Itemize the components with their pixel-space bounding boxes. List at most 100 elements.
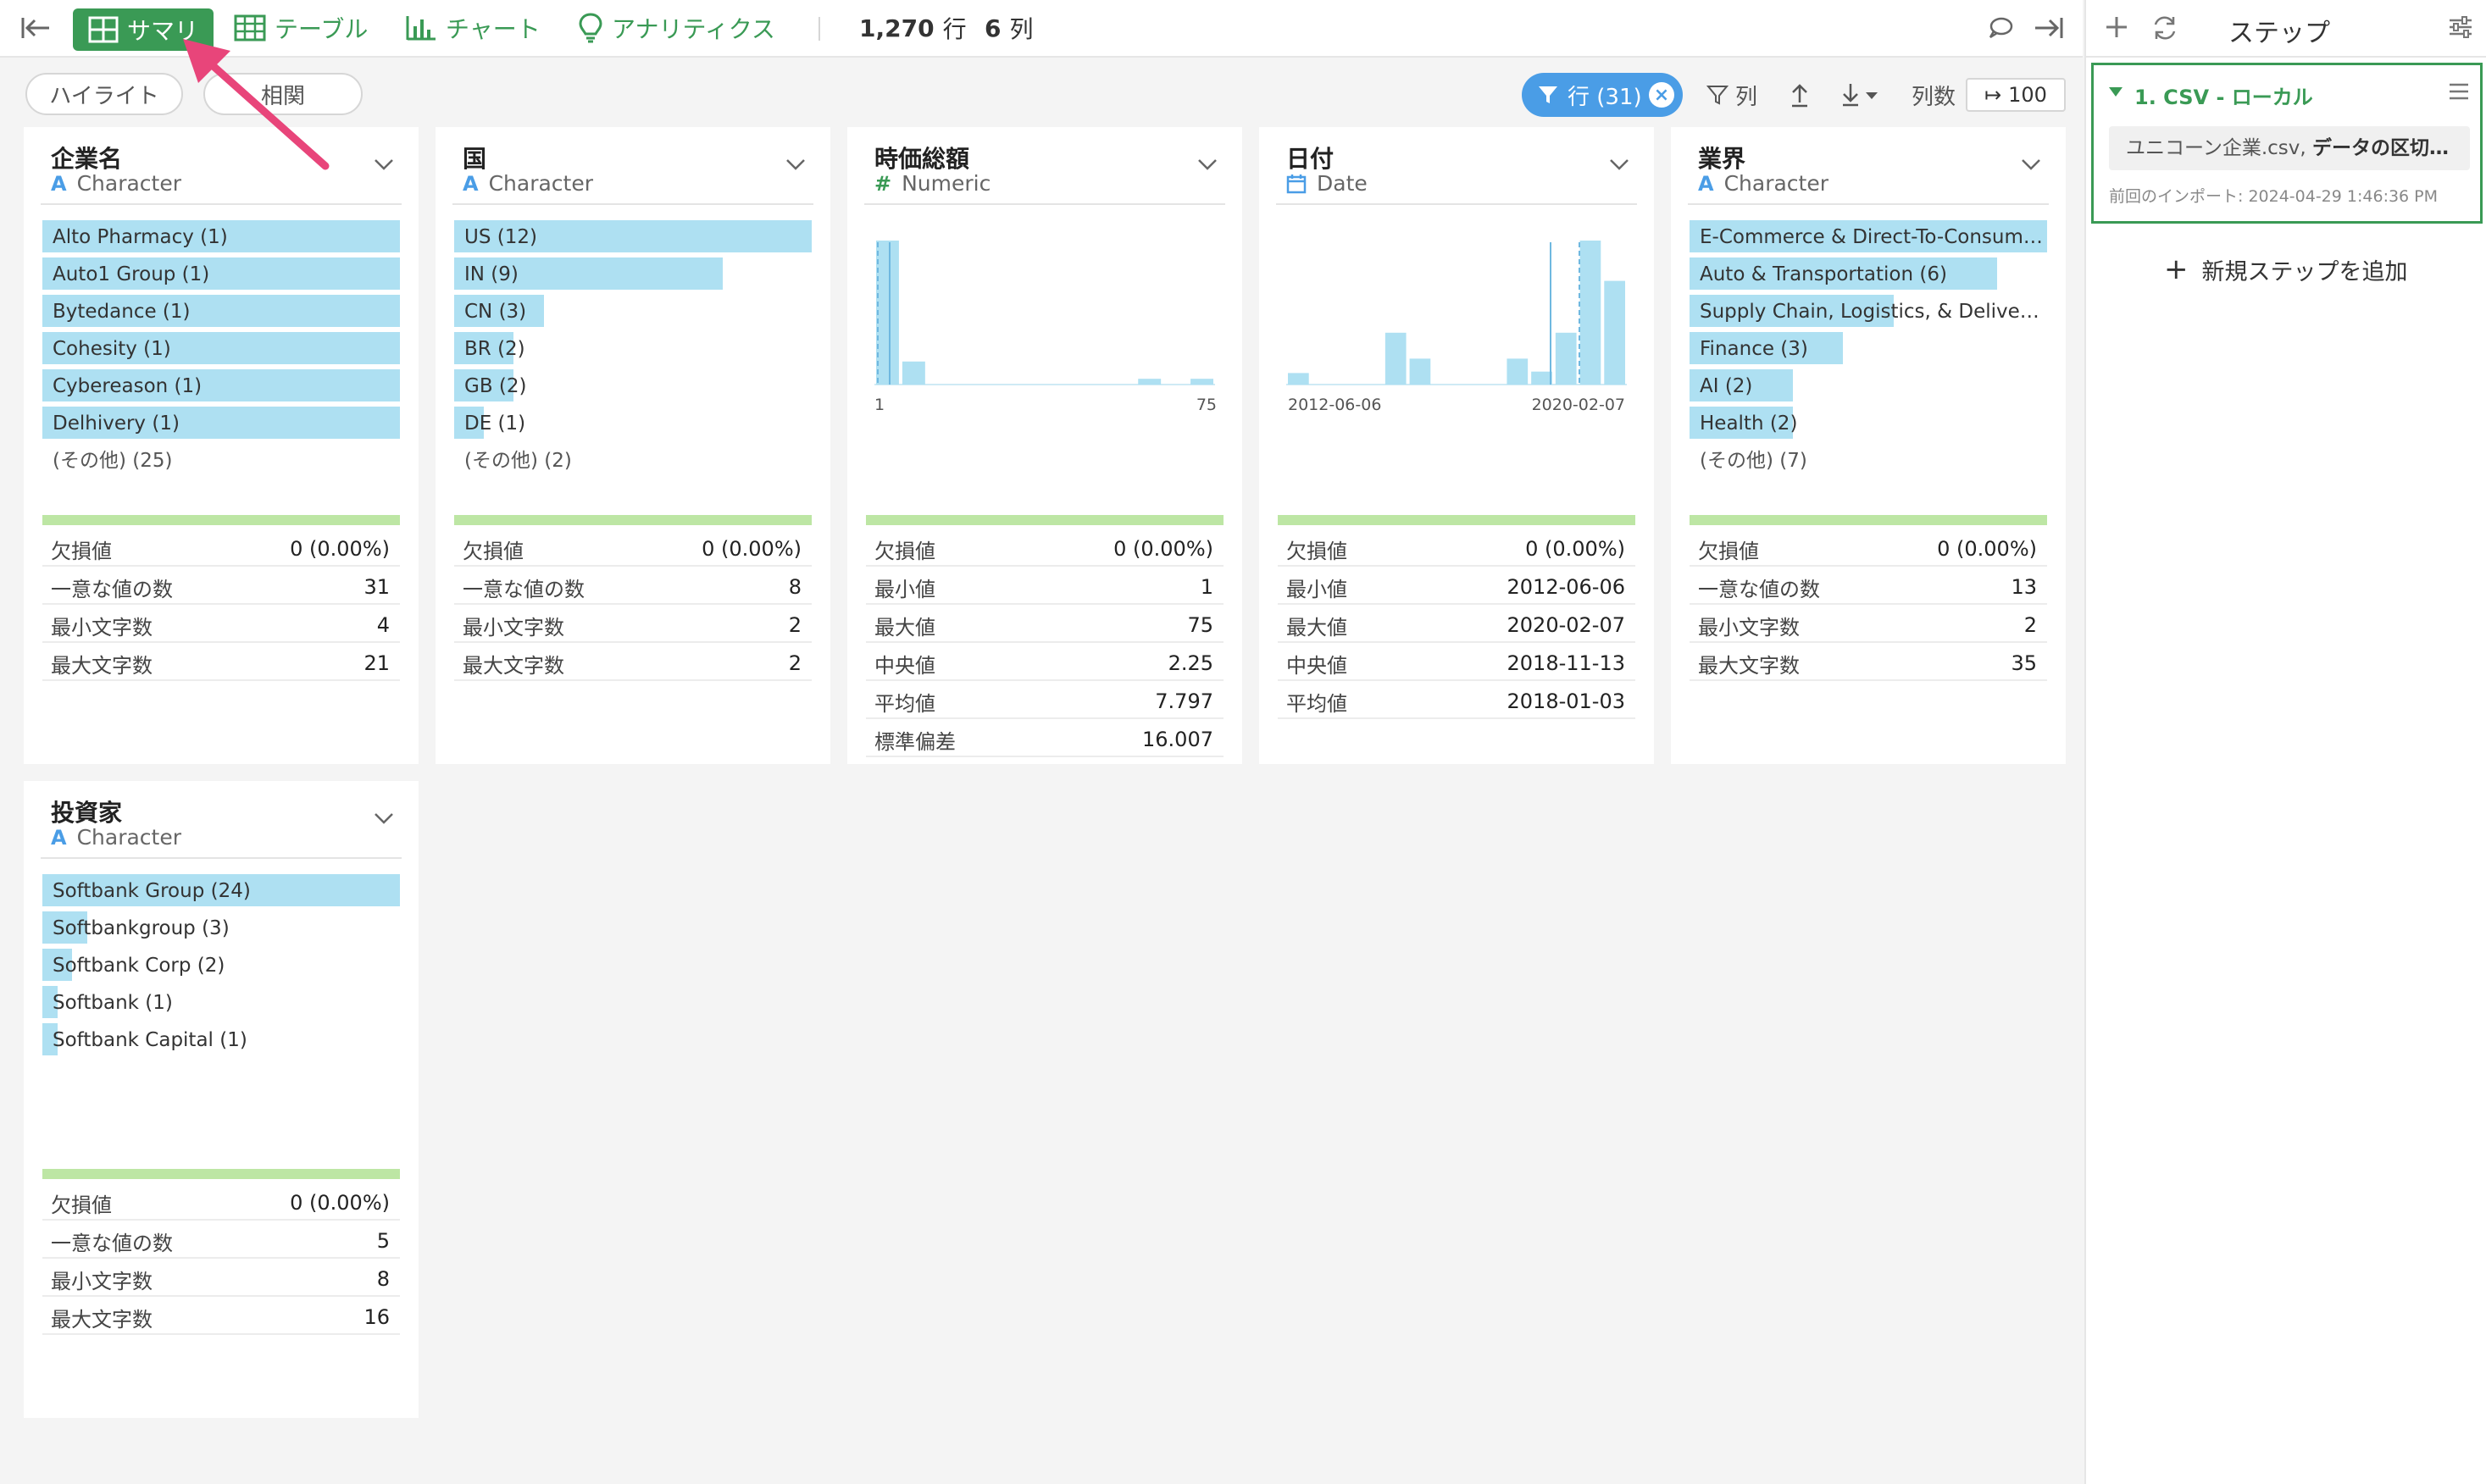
arrow-up-icon: [1792, 84, 1807, 108]
chevron-down-icon[interactable]: [373, 158, 395, 171]
clear-filter-icon[interactable]: ×: [1649, 82, 1674, 108]
value-bar-row[interactable]: Softbank Corp (2): [42, 947, 400, 984]
plus-icon[interactable]: [2103, 14, 2130, 41]
stat-row: 欠損値 0 (0.00%): [42, 1182, 400, 1221]
histogram-bar[interactable]: [1409, 358, 1431, 385]
value-bar-row[interactable]: Cohesity (1): [42, 330, 400, 368]
value-bar-label: Alto Pharmacy (1): [53, 226, 228, 248]
column-type: A Character: [51, 825, 181, 850]
value-bar-row[interactable]: Softbank Group (24): [42, 872, 400, 910]
value-bar-row[interactable]: Auto1 Group (1): [42, 256, 400, 293]
histogram-axis-max: 75: [1196, 396, 1217, 414]
comment-button[interactable]: [1988, 0, 2022, 56]
histogram-bar[interactable]: [902, 361, 925, 385]
stat-row: 最小文字数 2: [454, 605, 812, 643]
value-bar-row[interactable]: Health (2): [1690, 405, 2047, 442]
column-filter-button[interactable]: 列: [1706, 73, 1757, 117]
annotation-arrow-icon: [183, 39, 330, 170]
value-bar-row[interactable]: Softbankgroup (3): [42, 910, 400, 947]
stat-row: 欠損値 0 (0.00%): [454, 529, 812, 567]
stat-value: 2.25: [1168, 651, 1213, 675]
stat-row: 平均値 2018-01-03: [1278, 681, 1635, 719]
card-header[interactable]: 国 A Character: [436, 127, 830, 202]
other-values-row[interactable]: (その他) (25): [42, 442, 400, 479]
value-bar-row[interactable]: Supply Chain, Logistics, & Delivery (4): [1690, 293, 2047, 330]
histogram-bar[interactable]: [1385, 332, 1407, 385]
value-bar-row[interactable]: BR (2): [454, 330, 812, 368]
chevron-down-icon[interactable]: [2020, 158, 2042, 171]
refresh-icon[interactable]: [2150, 14, 2179, 42]
collapse-right-button[interactable]: [2034, 0, 2073, 56]
value-bar-row[interactable]: US (12): [454, 219, 812, 256]
stat-value: 0 (0.00%): [1937, 537, 2037, 561]
value-bar-row[interactable]: Delhivery (1): [42, 405, 400, 442]
chevron-down-icon[interactable]: [1196, 158, 1218, 171]
chevron-down-icon[interactable]: [785, 158, 807, 171]
quality-bar: [42, 515, 400, 525]
histogram-bar[interactable]: [1531, 371, 1552, 385]
tab-chart[interactable]: チャート: [405, 0, 541, 56]
collapse-right-icon: [2035, 18, 2063, 38]
value-bar-row[interactable]: Softbank (1): [42, 984, 400, 1022]
value-bar-row[interactable]: GB (2): [454, 368, 812, 405]
card-header[interactable]: 投資家 A Character: [24, 781, 419, 856]
card-header[interactable]: 時価総額 # Numeric: [847, 127, 1242, 202]
column-type-label: Character: [76, 171, 182, 196]
other-values-row[interactable]: (その他) (2): [454, 442, 812, 479]
settings-sliders-icon[interactable]: [2447, 14, 2474, 41]
card-header[interactable]: 業界 A Character: [1671, 127, 2066, 202]
step-card[interactable]: 1. CSV - ローカル ユニコーン企業.csv, データの区切… 前回のイン…: [2091, 63, 2483, 224]
step-title: 1. CSV - ローカル: [2134, 86, 2313, 109]
value-bar-row[interactable]: DE (1): [454, 405, 812, 442]
tab-analytics[interactable]: アナリティクス: [578, 0, 775, 56]
add-step-button[interactable]: + 新規ステップを追加: [2164, 252, 2408, 286]
value-bar-label: Cybereason (1): [53, 375, 203, 397]
row-filter-chip[interactable]: 行 (31) ×: [1522, 73, 1683, 117]
value-bar-row[interactable]: Auto & Transportation (6): [1690, 256, 2047, 293]
histogram-bar[interactable]: [1555, 332, 1577, 385]
value-bar-row[interactable]: Finance (3): [1690, 330, 2047, 368]
stat-value: 8: [376, 1267, 390, 1291]
histogram-bar[interactable]: [1288, 373, 1309, 385]
column-count-input-value: 100: [2008, 83, 2047, 107]
stat-value: 16.007: [1142, 728, 1213, 751]
hamburger-menu-icon[interactable]: [2448, 82, 2470, 101]
column-type: # Numeric: [874, 171, 991, 196]
value-bar-label: Delhivery (1): [53, 413, 180, 435]
value-bar-row[interactable]: Alto Pharmacy (1): [42, 219, 400, 256]
stat-value: 7.797: [1155, 689, 1213, 713]
value-bar-row[interactable]: E-Commerce & Direct-To-Consume…: [1690, 219, 2047, 256]
steps-panel-title: ステップ: [2228, 19, 2330, 48]
header-divider: [864, 203, 1225, 205]
stat-key: 最小文字数: [463, 616, 564, 640]
histogram-bar[interactable]: [1190, 379, 1213, 385]
sort-ascending-button[interactable]: [1790, 73, 1810, 117]
toolbar-divider: [818, 17, 820, 41]
value-bar-row[interactable]: Bytedance (1): [42, 293, 400, 330]
histogram-bar[interactable]: [1604, 280, 1625, 385]
value-bar-row[interactable]: Softbank Capital (1): [42, 1022, 400, 1059]
stat-key: 一意な値の数: [51, 1232, 173, 1255]
stat-value: 0 (0.00%): [1113, 537, 1213, 561]
histogram-bar[interactable]: [1579, 241, 1601, 385]
other-values-row[interactable]: (その他) (7): [1690, 442, 2047, 479]
character-type-icon: A: [51, 171, 67, 196]
card-header[interactable]: 日付 Date: [1259, 127, 1654, 202]
caret-down-icon[interactable]: [2109, 87, 2123, 97]
value-bar-label: Softbank Capital (1): [53, 1029, 247, 1051]
value-bar-row[interactable]: CN (3): [454, 293, 812, 330]
chevron-down-icon[interactable]: [373, 811, 395, 825]
sort-descending-button[interactable]: [1840, 73, 1883, 117]
step-detail-bold: データの区切…: [2312, 137, 2450, 159]
value-bar-row[interactable]: AI (2): [1690, 368, 2047, 405]
column-count-input[interactable]: ↦ 100: [1966, 78, 2066, 112]
highlight-button[interactable]: ハイライト: [25, 73, 183, 115]
histogram-bar[interactable]: [1507, 358, 1529, 385]
histogram-bar[interactable]: [876, 241, 899, 385]
value-bar-row[interactable]: Cybereason (1): [42, 368, 400, 405]
collapse-left-button[interactable]: [20, 0, 59, 56]
step-detail[interactable]: ユニコーン企業.csv, データの区切…: [2109, 126, 2470, 170]
histogram-bar[interactable]: [1138, 379, 1162, 385]
value-bar-row[interactable]: IN (9): [454, 256, 812, 293]
chevron-down-icon[interactable]: [1608, 158, 1630, 171]
